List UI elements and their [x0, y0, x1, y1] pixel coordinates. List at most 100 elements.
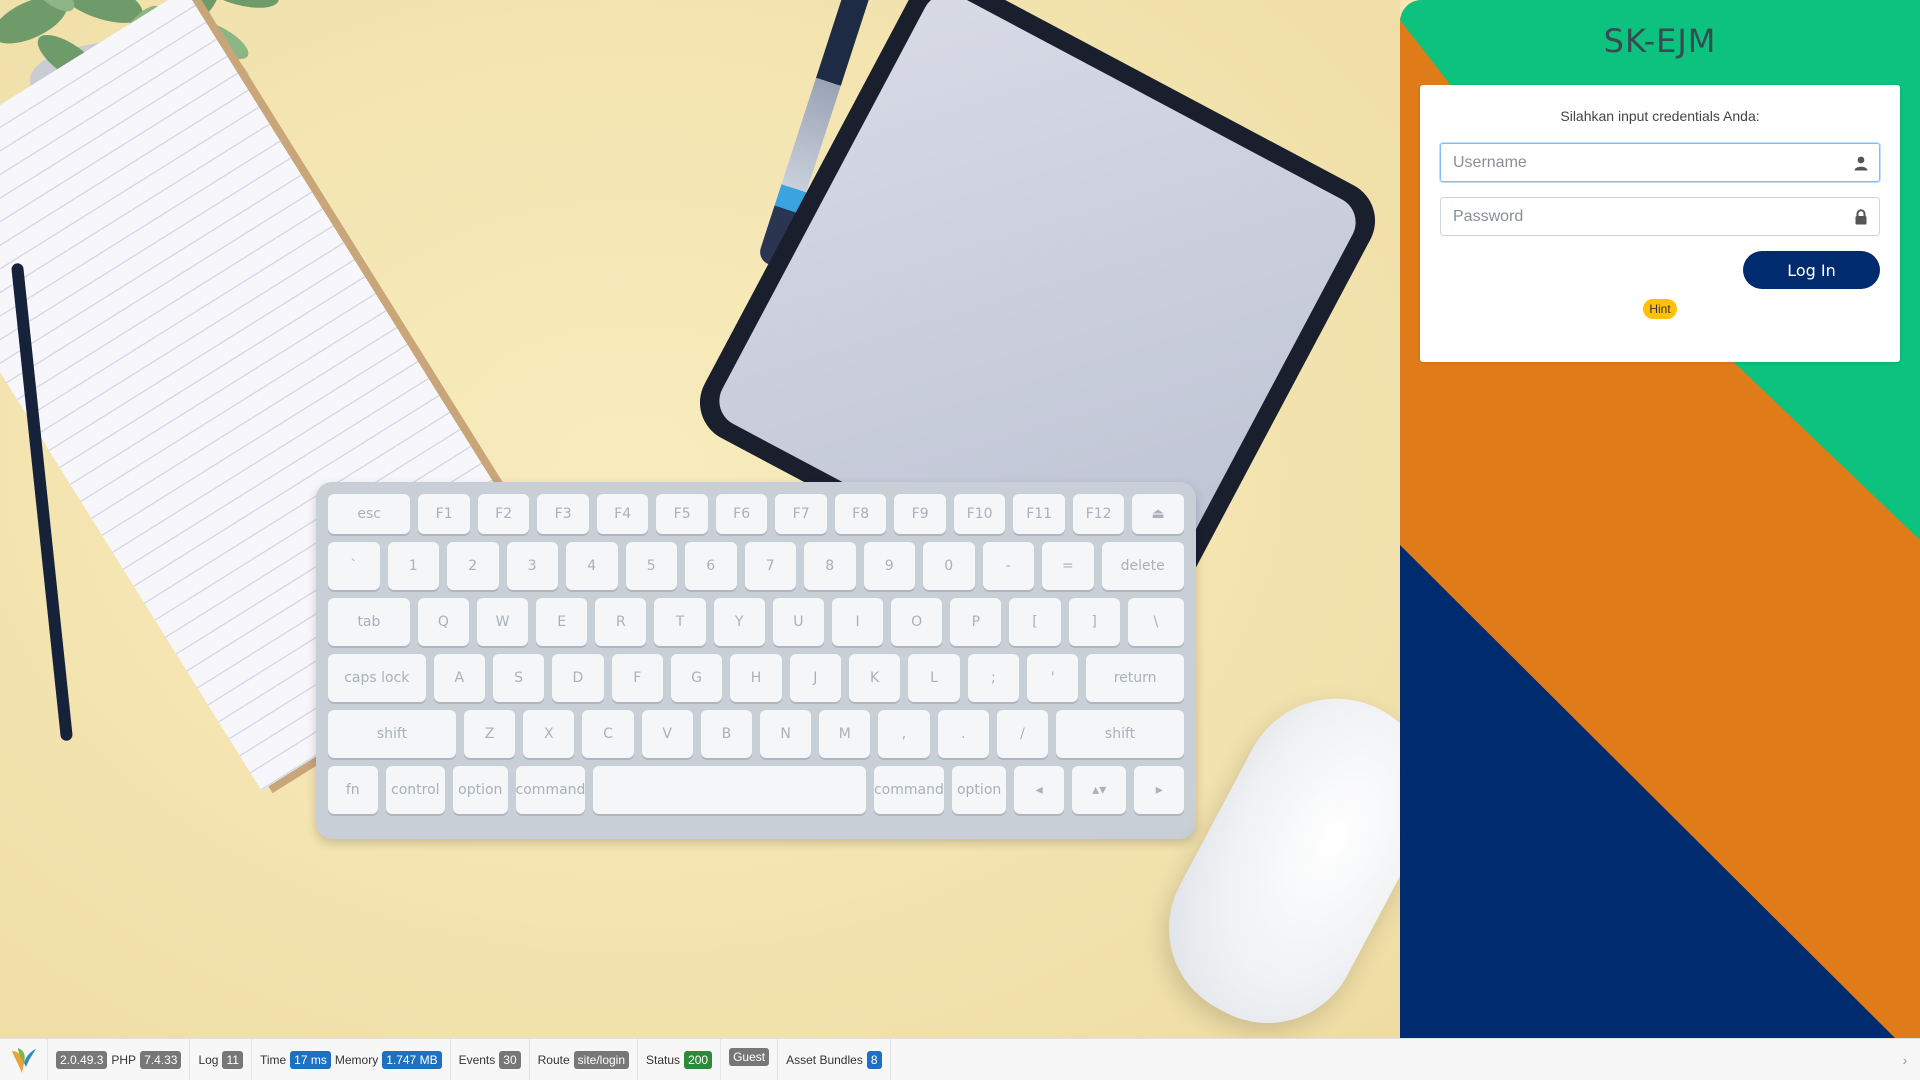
events-label: Events	[458, 1052, 496, 1067]
keyboard-key: F10	[953, 494, 1006, 534]
keyboard-key: option	[453, 766, 508, 814]
keyboard-key: ]	[1068, 598, 1120, 646]
background-photo: esc F1 F2 F3 F4 F5 F6 F7 F8 F9 F10 F11 F12 ⏏ ` 1 2 3 4 5 6 7…	[0, 0, 1400, 1038]
keyboard-key: A	[433, 654, 485, 702]
login-panel: SK-EJM Silahkan input credentials Anda: …	[1400, 0, 1920, 1038]
keyboard-key: =	[1042, 542, 1094, 590]
debug-events-block[interactable]: Events 30	[451, 1038, 530, 1080]
keyboard-key: F5	[656, 494, 708, 534]
keyboard-key: F1	[418, 494, 470, 534]
php-label: PHP	[111, 1052, 137, 1067]
username-field	[1440, 143, 1880, 182]
route-badge: site/login	[573, 1050, 630, 1069]
keyboard-key: 4	[566, 542, 618, 590]
keyboard-key: F	[611, 654, 663, 702]
keyboard-key: U	[772, 598, 824, 646]
keyboard-key: 6	[685, 542, 737, 590]
keyboard-key: H	[730, 654, 782, 702]
keyboard-key: O	[891, 598, 943, 646]
debug-user-block[interactable]: Guest	[721, 1038, 779, 1080]
lock-icon	[1855, 209, 1867, 225]
hint-badge[interactable]: Hint	[1643, 299, 1677, 319]
keyboard-key: B	[700, 710, 753, 758]
keyboard-key: D	[552, 654, 604, 702]
keyboard-key: 8	[804, 542, 856, 590]
keyboard-key: 2	[447, 542, 499, 590]
keyboard-key: ;	[967, 654, 1019, 702]
keyboard-key: F12	[1072, 494, 1125, 534]
keyboard-key: F6	[715, 494, 768, 534]
keyboard-key: tab	[328, 598, 410, 646]
keyboard-key: '	[1027, 654, 1079, 702]
keyboard-key: fn	[328, 766, 378, 814]
keyboard-key: Q	[417, 598, 469, 646]
toolbar-toggle-icon[interactable]: ›	[1890, 1052, 1920, 1068]
asset-bundles-label: Asset Bundles	[786, 1052, 863, 1067]
keyboard-key: Y	[713, 598, 765, 646]
password-field	[1440, 197, 1880, 236]
debug-route-block[interactable]: Route site/login	[530, 1038, 639, 1080]
keyboard-key: command	[873, 766, 944, 814]
keyboard-key: K	[848, 654, 901, 702]
keyboard-key: 7	[744, 542, 796, 590]
keyboard-key: 0	[923, 542, 975, 590]
keyboard-key: ◂	[1014, 766, 1064, 814]
keyboard-key: M	[819, 710, 871, 758]
login-button[interactable]: Log In	[1743, 251, 1880, 289]
memory-label: Memory	[334, 1052, 379, 1067]
debug-profiling-block[interactable]: Time 17 ms Memory 1.747 MB	[252, 1038, 451, 1080]
keyboard-key: .	[937, 710, 989, 758]
keyboard-key: P	[950, 598, 1002, 646]
keyboard-image: esc F1 F2 F3 F4 F5 F6 F7 F8 F9 F10 F11 F12 ⏏ ` 1 2 3 4 5 6 7…	[316, 482, 1196, 839]
username-input[interactable]	[1441, 144, 1879, 181]
keyboard-key: 9	[863, 542, 915, 590]
keyboard-key: V	[641, 710, 693, 758]
keyboard-key: Z	[464, 710, 516, 758]
keyboard-key: C	[582, 710, 634, 758]
keyboard-key: I	[831, 598, 884, 646]
yii-version-badge: 2.0.49.3	[56, 1050, 108, 1069]
memory-badge: 1.747 MB	[382, 1050, 442, 1069]
keyboard-key: -	[982, 542, 1034, 590]
debug-config-block[interactable]: 2.0.49.3 PHP 7.4.33	[48, 1038, 191, 1080]
app-title: SK-EJM	[1603, 22, 1717, 60]
keyboard-key: L	[908, 654, 960, 702]
keyboard-key: ▴▾	[1071, 766, 1127, 814]
keyboard-key: command	[515, 766, 586, 814]
keyboard-key: J	[789, 654, 841, 702]
status-badge: 200	[684, 1050, 713, 1069]
keyboard-key: return	[1086, 654, 1184, 702]
asset-count-badge: 8	[866, 1050, 882, 1069]
keyboard-key	[593, 766, 866, 814]
keyboard-key: `	[328, 542, 380, 590]
keyboard-key: [	[1009, 598, 1061, 646]
debug-status-block[interactable]: Status 200	[638, 1038, 722, 1080]
keyboard-key: 1	[387, 542, 439, 590]
keyboard-key: shift	[328, 710, 456, 758]
keyboard-key: X	[523, 710, 575, 758]
keyboard-key: F8	[834, 494, 887, 534]
keyboard-key: control	[385, 766, 446, 814]
time-label: Time	[259, 1052, 287, 1067]
debug-log-block[interactable]: Log 11	[190, 1038, 252, 1080]
login-card: Silahkan input credentials Anda: Log In …	[1420, 85, 1900, 362]
keyboard-key: /	[996, 710, 1049, 758]
php-version-badge: 7.4.33	[140, 1050, 182, 1069]
keyboard-key: G	[670, 654, 723, 702]
debug-asset-block[interactable]: Asset Bundles 8	[778, 1038, 891, 1080]
keyboard-key: R	[595, 598, 647, 646]
keyboard-key: F7	[775, 494, 827, 534]
route-label: Route	[537, 1052, 570, 1067]
yii-logo-icon[interactable]	[0, 1038, 48, 1080]
user-icon	[1854, 156, 1868, 171]
keyboard-key: ,	[878, 710, 930, 758]
status-label: Status	[646, 1052, 681, 1067]
keyboard-key: 3	[506, 542, 558, 590]
password-input[interactable]	[1441, 198, 1879, 235]
keyboard-key: W	[477, 598, 529, 646]
keyboard-key: S	[492, 654, 545, 702]
log-count-badge: 11	[222, 1050, 243, 1069]
keyboard-key: 5	[625, 542, 677, 590]
keyboard-key: esc	[328, 494, 411, 534]
events-count-badge: 30	[499, 1050, 521, 1069]
